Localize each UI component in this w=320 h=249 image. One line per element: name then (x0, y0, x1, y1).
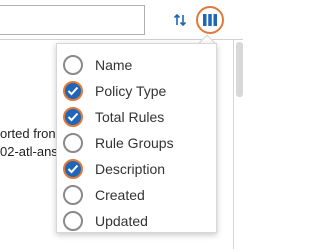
columns-icon (203, 14, 217, 26)
column-option-total-rules[interactable]: Total Rules (63, 105, 213, 129)
sort-button[interactable] (170, 10, 190, 30)
scrollbar-thumb[interactable] (236, 42, 243, 97)
column-option-label: Created (95, 187, 145, 203)
radio-unchecked[interactable] (63, 133, 83, 153)
column-option-label: Total Rules (95, 109, 165, 125)
column-option-label: Policy Type (95, 83, 167, 99)
column-option-label: Rule Groups (95, 135, 174, 151)
column-option-name[interactable]: Name (63, 53, 213, 77)
column-divider (233, 40, 234, 249)
radio-unchecked[interactable] (63, 185, 83, 205)
column-option-description[interactable]: Description (63, 157, 213, 181)
column-option-label: Updated (95, 213, 148, 229)
search-input[interactable] (0, 5, 145, 35)
sort-arrows-icon (173, 13, 187, 27)
column-option-updated[interactable]: Updated (63, 209, 213, 233)
column-chooser-popover: Name Policy Type Total Rules Rule Groups… (56, 43, 217, 233)
background-cell-text: orted fron (0, 126, 56, 141)
radio-unchecked[interactable] (63, 55, 83, 75)
column-option-created[interactable]: Created (63, 183, 213, 207)
column-option-rule-groups[interactable]: Rule Groups (63, 131, 213, 155)
column-option-policy-type[interactable]: Policy Type (63, 79, 213, 103)
radio-unchecked[interactable] (63, 211, 83, 231)
check-icon[interactable] (63, 81, 83, 101)
check-icon[interactable] (63, 107, 83, 127)
column-option-label: Description (95, 161, 166, 177)
background-cell-text: 02-atl-ans (0, 144, 58, 159)
column-option-label: Name (95, 57, 133, 73)
columns-button[interactable] (196, 6, 224, 34)
check-icon[interactable] (63, 159, 83, 179)
